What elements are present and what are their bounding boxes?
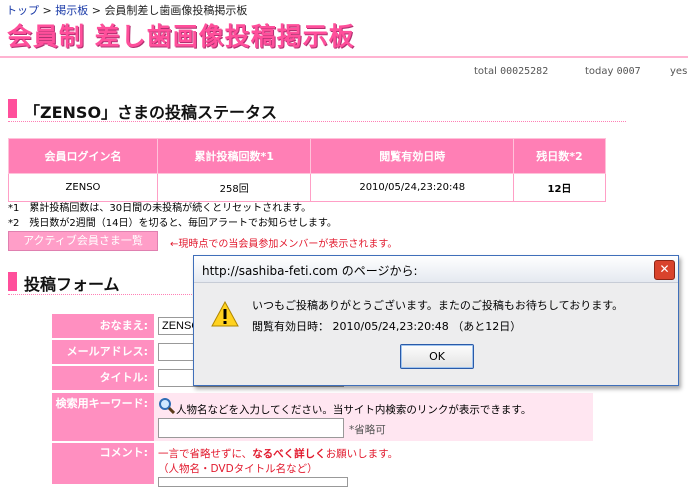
comment-help-line2: （人物名・DVDタイトル名など） xyxy=(158,463,318,475)
name-input[interactable] xyxy=(158,317,198,335)
dialog-title: http://sashiba-feti.com のページから: xyxy=(202,264,418,278)
keyword-optional: *省略可 xyxy=(349,424,386,436)
breadcrumb-top-link[interactable]: トップ xyxy=(6,4,39,17)
note-1: *1 累計投稿回数は、30日間の未投稿が続くとリセットされます。 xyxy=(8,203,312,214)
section-divider xyxy=(8,121,626,122)
active-members-note: ←現時点での当会員参加メンバーが表示されます。 xyxy=(170,239,398,250)
alert-dialog: http://sashiba-feti.com のページから: ✕ いつもご投稿… xyxy=(193,255,679,386)
search-icon xyxy=(159,398,175,414)
status-heading: 「ZENSO」さまの投稿ステータス xyxy=(24,103,278,122)
status-table: 会員ログイン名 累計投稿回数*1 閲覧有効日時 残日数*2 ZENSO 258回… xyxy=(8,138,607,202)
dialog-message-line1: いつもご投稿ありがとうございます。またのご投稿もお待ちしております。 xyxy=(252,299,624,312)
warning-icon xyxy=(211,301,239,327)
comment-help: 一言で省略せずに、なるべく詳しくお願いします。 xyxy=(158,446,398,461)
breadcrumb-separator: > xyxy=(91,4,101,17)
keyword-input[interactable] xyxy=(158,418,344,438)
mail-label: メールアドレス: xyxy=(52,340,154,364)
section-marker xyxy=(8,272,17,291)
section-marker xyxy=(8,99,17,118)
today-counter: today 0007 xyxy=(585,66,641,77)
section-divider xyxy=(8,294,198,295)
today-value: 0007 xyxy=(616,66,641,77)
cell-days-left: 12日 xyxy=(512,173,607,202)
dialog-message-line2: 閲覧有効日時： 2010/05/24,23:20:48 （あと12日） xyxy=(252,320,522,333)
ok-button[interactable]: OK xyxy=(400,344,474,369)
header-days-left: 残日数*2 xyxy=(512,138,607,174)
note-2: *2 残日数が2週間（14日）を切ると、毎回アラートでお知らせします。 xyxy=(8,218,337,229)
today-label: today xyxy=(585,66,614,77)
header-post-count: 累計投稿回数*1 xyxy=(156,138,312,174)
breadcrumb: トップ > 掲示板 > 会員制差し歯画像投稿掲示板 xyxy=(6,2,247,18)
dialog-titlebar[interactable]: http://sashiba-feti.com のページから: ✕ xyxy=(194,256,678,283)
site-title: 会員制 差し歯画像投稿掲示板 xyxy=(7,22,355,51)
comment-help-text: お願いします。 xyxy=(325,448,399,460)
header-valid-until: 閲覧有効日時 xyxy=(310,138,514,174)
cell-valid-until: 2010/05/24,23:20:48 xyxy=(310,173,514,202)
comment-textarea[interactable] xyxy=(158,477,348,487)
header-login-name: 会員ログイン名 xyxy=(8,138,158,174)
breadcrumb-separator: > xyxy=(42,4,52,17)
name-label: おなまえ: xyxy=(52,314,154,338)
active-members-button[interactable]: アクティブ会員さま一覧 xyxy=(8,231,158,251)
keyword-label: 検索用キーワード: xyxy=(52,393,154,441)
breadcrumb-board-link[interactable]: 掲示板 xyxy=(55,4,88,17)
comment-help-emphasis: なるべく詳しく xyxy=(252,448,326,460)
close-icon: ✕ xyxy=(659,262,670,276)
email-field[interactable] xyxy=(158,343,198,361)
title-divider xyxy=(0,56,688,58)
comment-help-text: 一言で省略せずに、 xyxy=(158,448,253,460)
breadcrumb-current: 会員制差し歯画像投稿掲示板 xyxy=(104,4,248,17)
close-button[interactable]: ✕ xyxy=(654,260,675,280)
table-row: ZENSO 258回 2010/05/24,23:20:48 12日 xyxy=(8,173,607,202)
status-table-header: 会員ログイン名 累計投稿回数*1 閲覧有効日時 残日数*2 xyxy=(8,138,607,174)
comment-label: コメント: xyxy=(52,443,154,484)
keyword-help: 人物名などを入力してください。当サイト内検索のリンクが表示できます。 xyxy=(176,404,532,416)
total-label: total xyxy=(474,66,497,77)
total-value: 00025282 xyxy=(500,66,549,77)
form-heading: 投稿フォーム xyxy=(24,275,120,294)
yesterday-label: yes xyxy=(670,66,688,77)
cell-post-count: 258回 xyxy=(156,173,312,202)
title-label: タイトル: xyxy=(52,366,154,390)
access-counter: total 00025282 xyxy=(474,66,548,77)
cell-login-name: ZENSO xyxy=(8,173,158,202)
